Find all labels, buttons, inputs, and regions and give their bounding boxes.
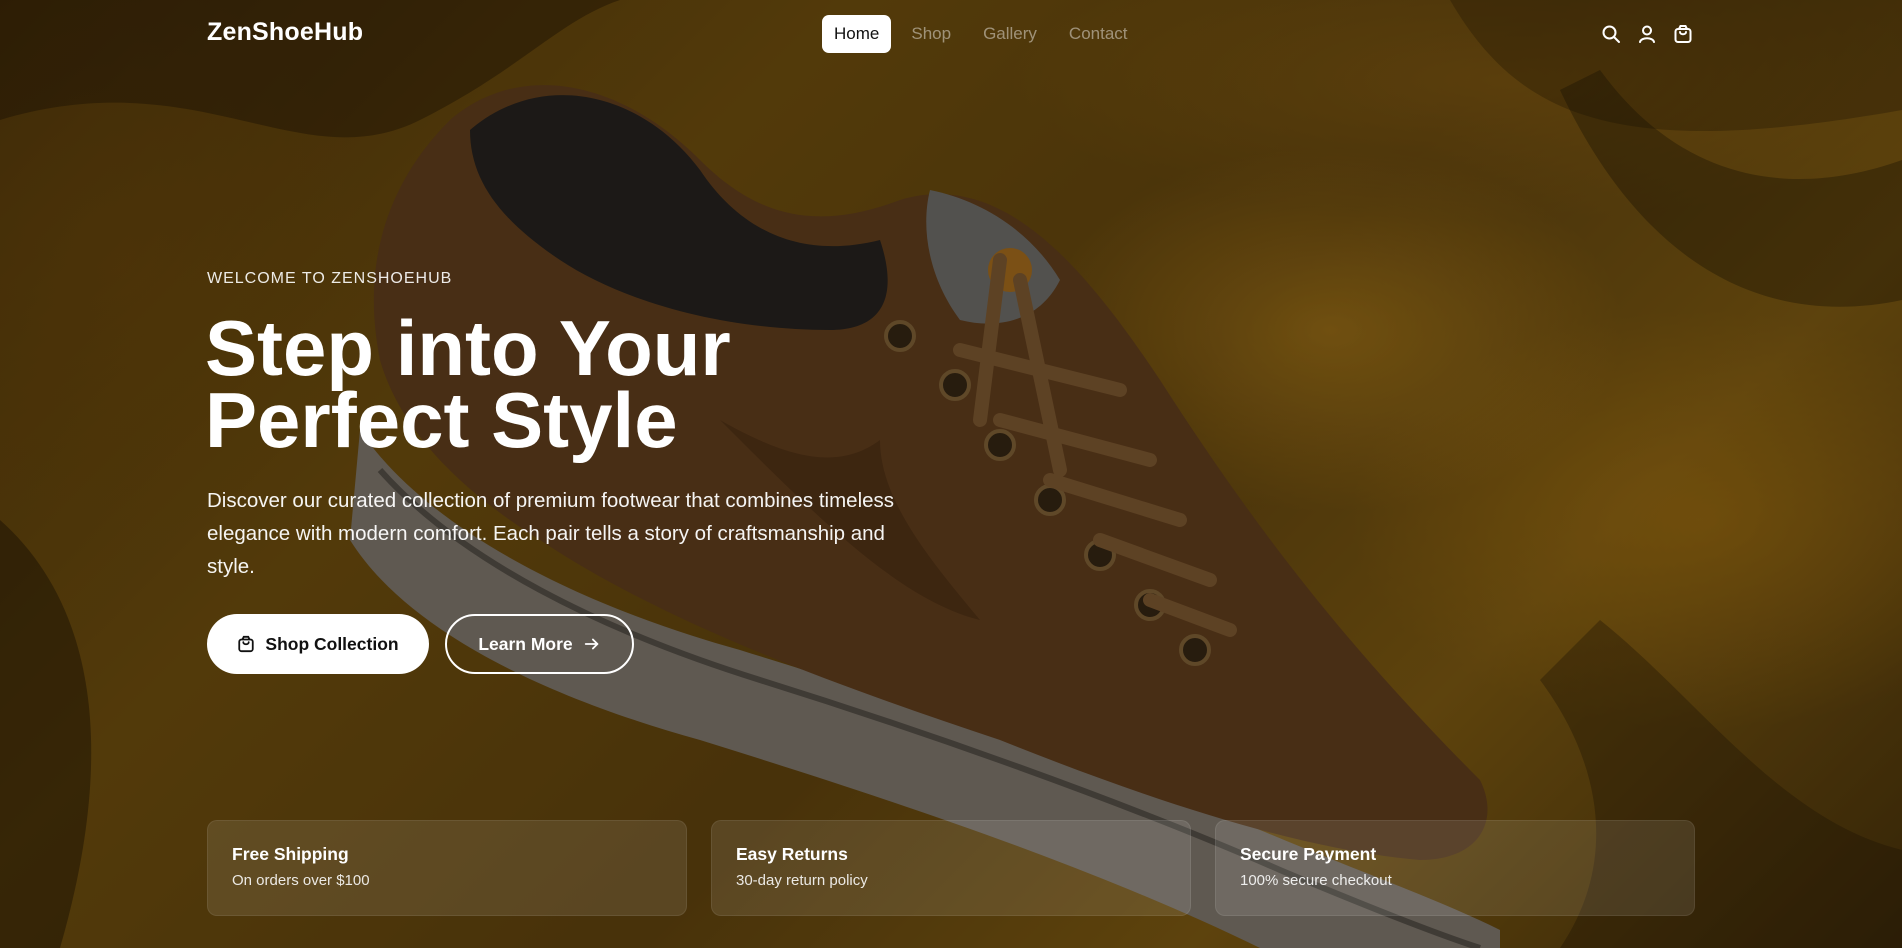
learn-more-button[interactable]: Learn More: [445, 614, 634, 674]
arrow-right-icon: [583, 635, 601, 653]
main-menu: Home Shop Gallery Contact: [822, 15, 1140, 53]
feature-title: Secure Payment: [1240, 844, 1377, 864]
feature-card-payment: Secure Payment 100% secure checkout: [1215, 820, 1695, 916]
feature-card-returns: Easy Returns 30-day return policy: [711, 820, 1191, 916]
hero-eyebrow: WELCOME TO ZENSHOEHUB: [207, 270, 453, 287]
feature-subtitle: On orders over $100: [232, 872, 370, 889]
top-navigation: ZenShoeHub Home Shop Gallery Contact: [0, 0, 1902, 70]
shopping-bag-icon: [237, 635, 255, 653]
nav-item-gallery[interactable]: Gallery: [971, 15, 1049, 53]
nav-item-home[interactable]: Home: [822, 15, 892, 53]
feature-title: Free Shipping: [232, 844, 349, 864]
brand-logo[interactable]: ZenShoeHub: [207, 18, 363, 47]
shop-collection-button[interactable]: Shop Collection: [207, 614, 429, 674]
feature-subtitle: 100% secure checkout: [1240, 872, 1392, 889]
nav-item-contact[interactable]: Contact: [1057, 15, 1140, 53]
hero-background-image: [0, 0, 1902, 948]
cart-icon[interactable]: [1673, 24, 1693, 44]
hero-headline: Step into Your Perfect Style: [205, 309, 905, 459]
headline-line-2: Perfect Style: [205, 376, 678, 464]
feature-title: Easy Returns: [736, 844, 848, 864]
nav-icon-group: [1601, 24, 1693, 44]
feature-card-shipping: Free Shipping On orders over $100: [207, 820, 687, 916]
feature-subtitle: 30-day return policy: [736, 872, 868, 889]
feature-cards: Free Shipping On orders over $100 Easy R…: [207, 820, 1695, 916]
search-icon[interactable]: [1601, 24, 1621, 44]
user-icon[interactable]: [1637, 24, 1657, 44]
shop-collection-label: Shop Collection: [265, 633, 399, 654]
learn-more-label: Learn More: [478, 633, 573, 654]
background-dim-overlay: [0, 0, 1902, 948]
nav-item-shop[interactable]: Shop: [899, 15, 963, 53]
hero-description: Discover our curated collection of premi…: [207, 489, 895, 578]
